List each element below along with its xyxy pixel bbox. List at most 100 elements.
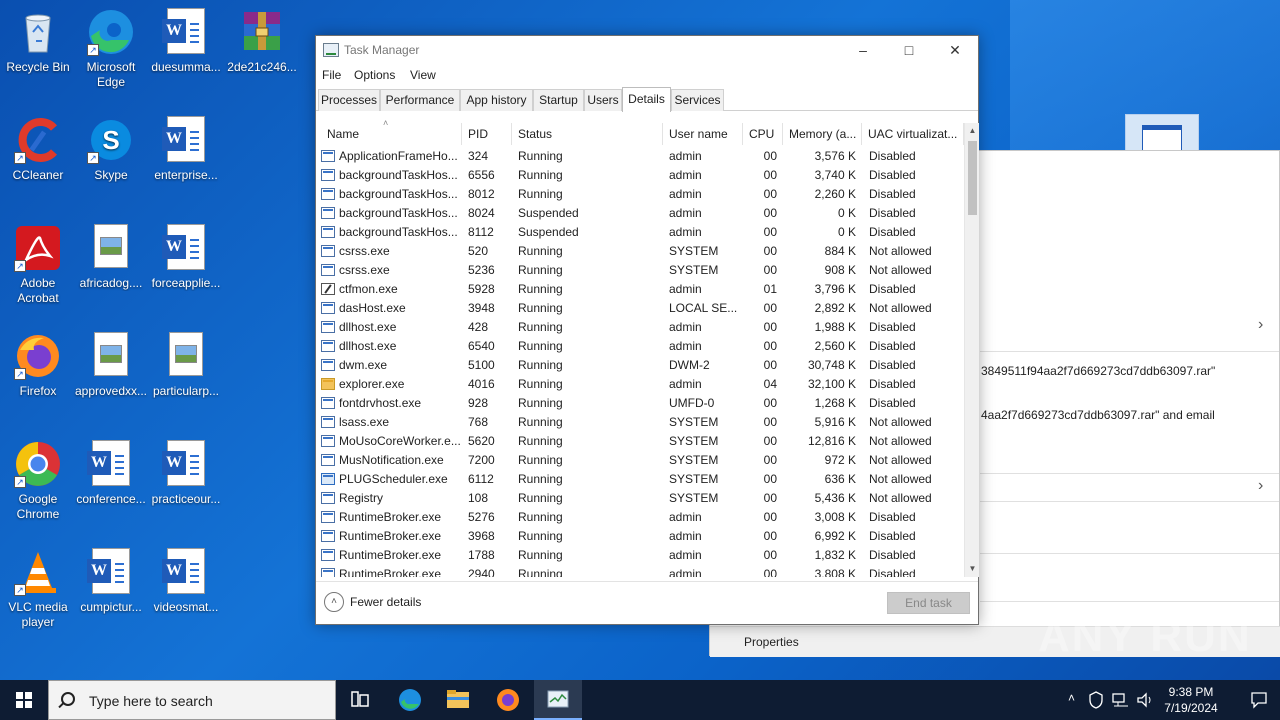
table-row[interactable]: csrss.exe 520 Running SYSTEM 00 884 K Not allo… — [316, 242, 964, 261]
table-row[interactable]: fontdrvhost.exe 928 Running UMFD-0 00 1,268 K… — [316, 394, 964, 413]
table-row[interactable]: dllhost.exe 6540 Running admin 00 2,560 K Disa… — [316, 337, 964, 356]
tab-services[interactable]: Services — [671, 89, 724, 111]
tab-performance[interactable]: Performance — [380, 89, 460, 111]
desktop-icon[interactable]: Wvideosmat... — [148, 540, 224, 640]
desktop-icon[interactable]: approvedxx... — [73, 324, 149, 424]
desktop-icon[interactable]: Wconference... — [73, 432, 149, 532]
desktop-icon[interactable]: Wcumpictur... — [73, 540, 149, 640]
title-bar[interactable]: Task Manager – □ ✕ — [316, 36, 978, 64]
desktop-icon[interactable]: Wduesumma... — [148, 0, 224, 100]
table-row[interactable]: lsass.exe 768 Running SYSTEM 00 5,916 K Not al… — [316, 413, 964, 432]
scrollbar-thumb[interactable] — [968, 141, 977, 215]
table-row[interactable]: backgroundTaskHos... 8112 Suspended admin 00… — [316, 223, 964, 242]
properties-button[interactable]: Properties — [744, 635, 799, 649]
task-view-button[interactable] — [336, 680, 384, 720]
desktop-icon[interactable]: particularp... — [148, 324, 224, 424]
notification-icon[interactable] — [1250, 691, 1268, 709]
vertical-scrollbar[interactable]: ▲ ▼ — [964, 123, 979, 577]
table-row[interactable]: backgroundTaskHos... 8024 Suspended admin 00… — [316, 204, 964, 223]
scroll-up-arrow-icon[interactable]: ▲ — [965, 123, 980, 139]
desktop-icon[interactable]: ↗ Google Chrome — [0, 432, 76, 532]
table-row[interactable]: ApplicationFrameHo... 324 Running admin 00 3,… — [316, 147, 964, 166]
cell-status: Running — [518, 396, 563, 410]
taskbar-edge[interactable] — [386, 680, 434, 720]
defender-shield-icon[interactable] — [1088, 691, 1104, 709]
table-row[interactable]: RuntimeBroker.exe 1788 Running admin 00 1,832… — [316, 546, 964, 565]
network-icon[interactable] — [1112, 692, 1130, 708]
tab-startup[interactable]: Startup — [533, 89, 584, 111]
table-row[interactable]: backgroundTaskHos... 8012 Running admin 00 2,… — [316, 185, 964, 204]
background-text-line-1: 3849511f94aa2f7d669273cd7ddb63097.rar" — [981, 364, 1216, 378]
start-button[interactable] — [0, 680, 48, 720]
tab-processes[interactable]: Processes — [318, 89, 380, 111]
table-row[interactable]: PLUGScheduler.exe 6112 Running SYSTEM 00 636 … — [316, 470, 964, 489]
taskbar-firefox[interactable] — [484, 680, 532, 720]
cell-user-name: admin — [669, 567, 702, 577]
column-header-status[interactable]: Status — [512, 123, 663, 145]
image-file-icon — [87, 332, 135, 380]
taskbar-file-explorer[interactable] — [434, 680, 482, 720]
column-header-cpu[interactable]: CPU — [743, 123, 783, 145]
desktop-icon[interactable]: ↗ VLC media player — [0, 540, 76, 640]
desktop-icon[interactable]: Wforceapplie... — [148, 216, 224, 316]
minimize-button[interactable]: – — [840, 36, 886, 64]
clock[interactable]: 9:38 PM 7/19/2024 — [1156, 684, 1226, 716]
column-header-user-name[interactable]: User name — [663, 123, 743, 145]
table-row[interactable]: MusNotification.exe 7200 Running SYSTEM 00 97… — [316, 451, 964, 470]
desktop-icon[interactable]: S ↗ Skype — [73, 108, 149, 208]
winrar-archive-icon — [238, 8, 286, 56]
folder-icon — [321, 378, 335, 390]
chevron-right-icon[interactable]: › — [1258, 477, 1263, 495]
cell-name: ctfmon.exe — [339, 282, 398, 296]
menu-options[interactable]: Options — [354, 68, 395, 82]
desktop-icon[interactable]: ↗ Microsoft Edge — [73, 0, 149, 100]
table-row[interactable]: MoUsoCoreWorker.e... 5620 Running SYSTEM 00 1… — [316, 432, 964, 451]
chevron-up-circle-icon[interactable]: ˄ — [324, 592, 344, 612]
table-row[interactable]: Registry 108 Running SYSTEM 00 5,436 K Not all… — [316, 489, 964, 508]
cell-status: Running — [518, 358, 563, 372]
cell-memory: 3,740 K — [814, 168, 856, 182]
table-row[interactable]: RuntimeBroker.exe 5276 Running admin 00 3,008… — [316, 508, 964, 527]
table-row[interactable]: ctfmon.exe 5928 Running admin 01 3,796 K Disab… — [316, 280, 964, 299]
column-header-memory[interactable]: Memory (a... — [783, 123, 862, 145]
cell-pid: 6112 — [468, 472, 494, 486]
desktop-icon[interactable]: 2de21c246... — [224, 0, 300, 100]
table-row[interactable]: csrss.exe 5236 Running SYSTEM 00 908 K Not all… — [316, 261, 964, 280]
menu-view[interactable]: View — [410, 68, 436, 82]
shortcut-arrow-icon: ↗ — [14, 368, 26, 380]
table-row[interactable]: explorer.exe 4016 Running admin 04 32,100 K Di… — [316, 375, 964, 394]
cell-user-name: SYSTEM — [669, 491, 719, 505]
tab-app-history[interactable]: App history — [460, 89, 533, 111]
column-header-pid[interactable]: PID — [462, 123, 512, 145]
maximize-button[interactable]: □ — [886, 36, 932, 64]
tab-users[interactable]: Users — [584, 89, 622, 111]
fewer-details-link[interactable]: Fewer details — [350, 595, 421, 609]
desktop-icon[interactable]: Wenterprise... — [148, 108, 224, 208]
table-row[interactable]: dwm.exe 5100 Running DWM-2 00 30,748 K Disable… — [316, 356, 964, 375]
desktop-icon[interactable]: africadog.... — [73, 216, 149, 316]
column-header-uac[interactable]: UAC virtualizat... — [862, 123, 964, 145]
table-row[interactable]: dllhost.exe 428 Running admin 00 1,988 K Disab… — [316, 318, 964, 337]
task-manager-window[interactable]: Task Manager – □ ✕ File Options View Pro… — [315, 35, 979, 625]
chevron-right-icon[interactable]: › — [1258, 316, 1263, 334]
taskbar-search-box[interactable]: Type here to search — [48, 680, 336, 720]
menu-file[interactable]: File — [322, 68, 341, 82]
table-row[interactable]: backgroundTaskHos... 6556 Running admin 00 3,… — [316, 166, 964, 185]
scroll-down-arrow-icon[interactable]: ▼ — [965, 561, 980, 577]
tab-details[interactable]: Details — [622, 87, 671, 112]
desktop-icon[interactable]: Wpracticeour... — [148, 432, 224, 532]
taskbar-task-manager[interactable] — [534, 680, 582, 720]
desktop-icon[interactable]: ↗ Adobe Acrobat — [0, 216, 76, 316]
cell-uac: Disabled — [869, 396, 916, 410]
end-task-button[interactable]: End task — [887, 592, 970, 614]
close-button[interactable]: ✕ — [932, 36, 978, 64]
column-header-name[interactable]: Name — [321, 123, 462, 145]
volume-icon[interactable] — [1136, 691, 1154, 709]
table-row[interactable]: RuntimeBroker.exe 2940 Running admin 00 3,808… — [316, 565, 964, 577]
desktop-icon[interactable]: ↗ Firefox — [0, 324, 76, 424]
desktop-icon[interactable]: ↗ CCleaner — [0, 108, 76, 208]
chevron-up-icon[interactable]: ˄ — [1068, 691, 1075, 705]
desktop-icon[interactable]: Recycle Bin — [0, 0, 76, 100]
table-row[interactable]: dasHost.exe 3948 Running LOCAL SE... 00 2,892… — [316, 299, 964, 318]
table-row[interactable]: RuntimeBroker.exe 3968 Running admin 00 6,992… — [316, 527, 964, 546]
